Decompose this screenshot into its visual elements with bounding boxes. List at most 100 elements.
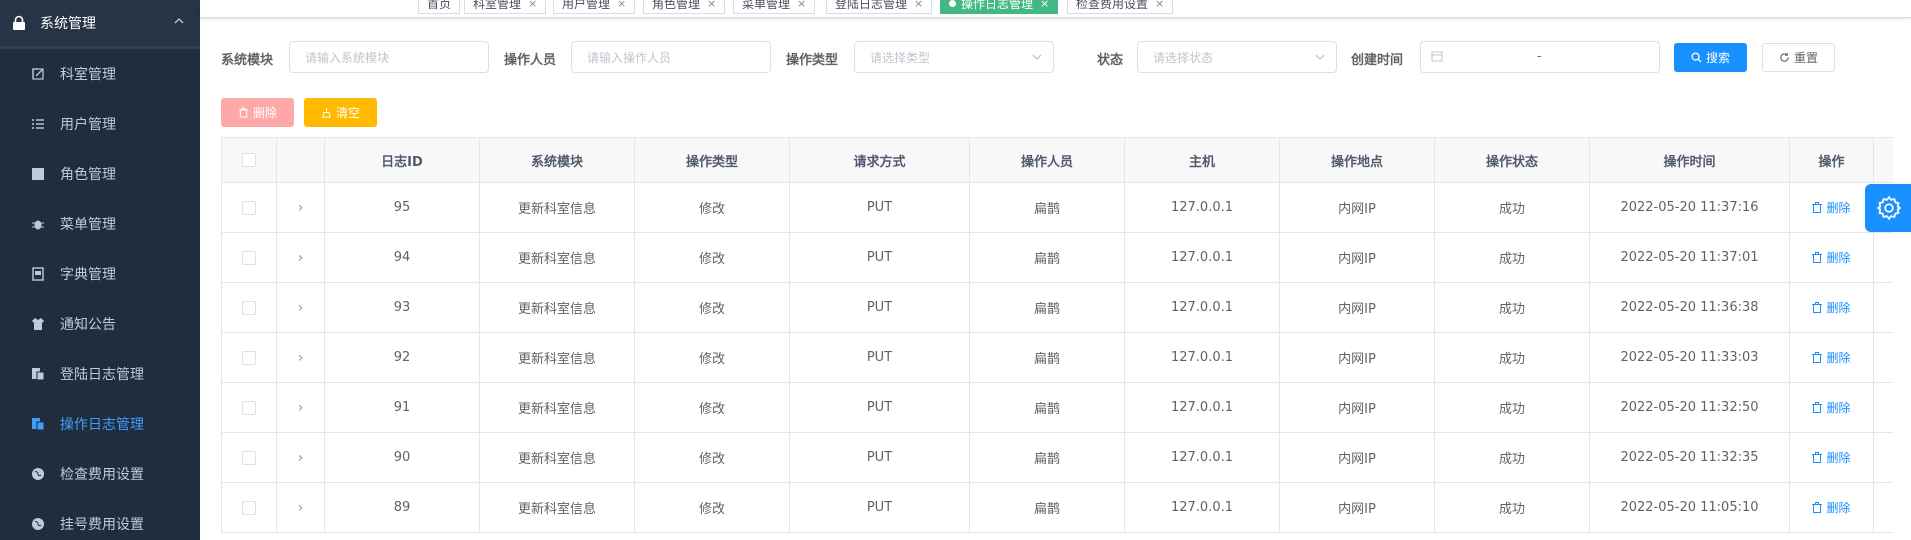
sidebar-item-5[interactable]: 通知公告 <box>0 299 200 349</box>
checkbox-cell[interactable] <box>222 233 277 282</box>
tag-4[interactable]: 菜单管理 × <box>733 0 816 14</box>
status-select[interactable]: 请选择状态 <box>1137 41 1337 73</box>
tag-label: 操作日志管理 <box>961 0 1034 11</box>
row-checkbox[interactable] <box>242 250 256 265</box>
search-button[interactable]: 搜索 <box>1674 43 1747 72</box>
tag-6[interactable]: 操作日志管理 × <box>940 0 1059 14</box>
expand-cell[interactable]: › <box>277 183 325 232</box>
column-header: 日志ID <box>325 138 480 182</box>
tag-label: 首页 <box>427 0 452 11</box>
sidebar-item-8[interactable]: 检查费用设置 <box>0 449 200 499</box>
row-checkbox[interactable] <box>242 300 256 315</box>
tag-0[interactable]: 首页 <box>418 0 461 14</box>
row-delete-button[interactable]: 删除 <box>1812 499 1851 516</box>
trash-icon <box>1812 402 1823 413</box>
sidebar-item-label: 字典管理 <box>60 267 116 283</box>
row-delete-button[interactable]: 删除 <box>1812 449 1851 466</box>
row-checkbox[interactable] <box>242 400 256 415</box>
settings-button[interactable] <box>1865 184 1911 232</box>
reset-button[interactable]: 重置 <box>1762 43 1835 72</box>
sidebar-item-7[interactable]: 操作日志管理 <box>0 399 200 449</box>
select-all-cell[interactable] <box>222 138 277 182</box>
table-cell: 2022-05-20 11:32:50 <box>1590 383 1790 432</box>
row-delete-button[interactable]: 删除 <box>1812 249 1851 266</box>
row-delete-button[interactable]: 删除 <box>1812 199 1851 216</box>
close-icon[interactable]: × <box>707 0 716 10</box>
chevron-right-icon[interactable]: › <box>298 350 304 366</box>
row-delete-button[interactable]: 删除 <box>1812 349 1851 366</box>
checkbox-cell[interactable] <box>222 383 277 432</box>
action-cell: 删除 <box>1790 483 1874 532</box>
table-cell: 成功 <box>1435 183 1590 232</box>
tag-3[interactable]: 角色管理 × <box>643 0 726 14</box>
delete-button[interactable]: 删除 <box>221 98 294 127</box>
table-cell: 扁鹊 <box>970 483 1125 532</box>
row-checkbox[interactable] <box>242 350 256 365</box>
sidebar-item-6[interactable]: 登陆日志管理 <box>0 349 200 399</box>
chevron-right-icon[interactable]: › <box>298 200 304 216</box>
trash-icon <box>238 107 249 118</box>
expand-cell[interactable]: › <box>277 333 325 382</box>
checkbox-cell[interactable] <box>222 283 277 332</box>
row-delete-button[interactable]: 删除 <box>1812 299 1851 316</box>
table-row: › 93 更新科室信息 修改 PUT 扁鹊 127.0.0.1 内网IP 成功 2022-05-2… <box>222 283 1893 333</box>
sidebar-item-0[interactable]: 科室管理 <box>0 49 200 99</box>
checkbox-cell[interactable] <box>222 183 277 232</box>
chevron-right-icon[interactable]: › <box>298 300 304 316</box>
sidebar-item-2[interactable]: 角色管理 <box>0 149 200 199</box>
clear-button[interactable]: 清空 <box>304 98 377 127</box>
sidebar-item-3[interactable]: 菜单管理 <box>0 199 200 249</box>
table-cell: 修改 <box>635 383 790 432</box>
sidebar-group-system[interactable]: 系统管理 <box>0 0 200 46</box>
sidebar-group-label: 系统管理 <box>40 16 96 32</box>
column-header: 系统模块 <box>480 138 635 182</box>
column-header: 操作时间 <box>1590 138 1790 182</box>
sidebar: 系统管理 科室管理 用户管理 角色管理 菜单管理字典管理通知公告 登陆日志管理 操作日志管… <box>0 0 200 540</box>
table-row: › 89 更新科室信息 修改 PUT 扁鹊 127.0.0.1 内网IP 成功 2022-05-2… <box>222 483 1893 533</box>
chevron-down-icon <box>1031 51 1043 63</box>
tag-1[interactable]: 科室管理 × <box>464 0 547 14</box>
table-cell: 内网IP <box>1280 383 1435 432</box>
table-header: 日志ID 系统模块 操作类型 请求方式 操作人员 主机 操作地点 操作状态 操作时间 操作 <box>222 138 1893 183</box>
type-select[interactable]: 请选择类型 <box>854 41 1054 73</box>
row-checkbox[interactable] <box>242 450 256 465</box>
expand-cell[interactable]: › <box>277 233 325 282</box>
table-row: › 95 更新科室信息 修改 PUT 扁鹊 127.0.0.1 内网IP 成功 2022-05-2… <box>222 183 1893 233</box>
checkbox-cell[interactable] <box>222 433 277 482</box>
chevron-right-icon[interactable]: › <box>298 250 304 266</box>
expand-cell[interactable]: › <box>277 383 325 432</box>
shirt-icon <box>30 316 46 332</box>
expand-cell[interactable]: › <box>277 483 325 532</box>
checkbox-cell[interactable] <box>222 333 277 382</box>
chevron-right-icon[interactable]: › <box>298 500 304 516</box>
row-checkbox[interactable] <box>242 500 256 515</box>
row-checkbox[interactable] <box>242 200 256 215</box>
sidebar-item-9[interactable]: 挂号费用设置 <box>0 499 200 540</box>
module-input[interactable]: 请输入系统模块 <box>289 41 489 73</box>
tag-label: 角色管理 <box>652 0 701 11</box>
tag-2[interactable]: 用户管理 × <box>553 0 636 14</box>
close-icon[interactable]: × <box>1155 0 1164 10</box>
tag-5[interactable]: 登陆日志管理 × <box>826 0 933 14</box>
close-icon[interactable]: × <box>797 0 806 10</box>
close-icon[interactable]: × <box>617 0 626 10</box>
tags-view: 首页 科室管理 × 用户管理 × 角色管理 × 菜单管理 × 登陆日志管理 × 操作日志管理 × 检查费用… <box>200 0 1911 18</box>
expand-cell[interactable]: › <box>277 433 325 482</box>
tag-label: 用户管理 <box>562 0 611 11</box>
operator-input[interactable]: 请输入操作人员 <box>571 41 771 73</box>
action-cell: 删除 <box>1790 383 1874 432</box>
close-icon[interactable]: × <box>914 0 923 10</box>
checkbox-cell[interactable] <box>222 483 277 532</box>
time-range-picker[interactable]: - <box>1420 41 1660 73</box>
select-all-checkbox[interactable] <box>242 153 256 167</box>
sidebar-item-1[interactable]: 用户管理 <box>0 99 200 149</box>
row-delete-button[interactable]: 删除 <box>1812 399 1851 416</box>
tag-7[interactable]: 检查费用设置 × <box>1067 0 1174 14</box>
chevron-right-icon[interactable]: › <box>298 400 304 416</box>
chevron-right-icon[interactable]: › <box>298 450 304 466</box>
log-icon <box>30 366 46 382</box>
close-icon[interactable]: × <box>1040 0 1049 10</box>
expand-cell[interactable]: › <box>277 283 325 332</box>
close-icon[interactable]: × <box>528 0 537 10</box>
sidebar-item-4[interactable]: 字典管理 <box>0 249 200 299</box>
